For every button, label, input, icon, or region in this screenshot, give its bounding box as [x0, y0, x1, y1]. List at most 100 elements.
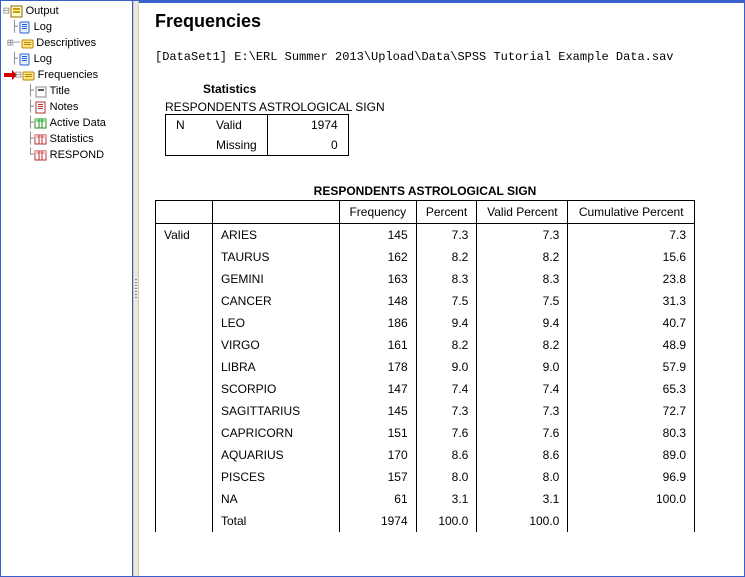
table-row[interactable]: ValidARIES1457.37.37.3: [156, 224, 695, 247]
table-row[interactable]: VIRGO1618.28.248.9: [156, 334, 695, 356]
freq-frequency: 161: [340, 334, 417, 356]
freq-cum-percent: 23.8: [568, 268, 695, 290]
title-icon: [34, 85, 48, 98]
freq-frequency: 147: [340, 378, 417, 400]
outline-tree[interactable]: ⊟ Output ├ Log ⊞┄ Descriptives ├ Log ⊟ F…: [1, 1, 133, 576]
table-row[interactable]: AQUARIUS1708.68.689.0: [156, 444, 695, 466]
tree-label: RESPOND: [50, 149, 104, 161]
freq-category: AQUARIUS: [213, 444, 340, 466]
tree-item-active-dataset[interactable]: ├ Active Data: [3, 115, 132, 131]
statistics-table[interactable]: N Valid 1974 Missing 0: [165, 114, 349, 156]
freq-stub: [156, 290, 213, 312]
freq-cum-percent: 72.7: [568, 400, 695, 422]
freq-cum-percent: 96.9: [568, 466, 695, 488]
tree-label: Descriptives: [36, 37, 96, 49]
tree-item-title[interactable]: ├ Title: [3, 83, 132, 99]
freq-frequency: 157: [340, 466, 417, 488]
tree-root-output[interactable]: ⊟ Output: [3, 3, 132, 19]
freq-frequency: 186: [340, 312, 417, 334]
freq-percent: 7.4: [416, 378, 477, 400]
stats-missing-value: 0: [267, 135, 348, 156]
stats-missing-label: Missing: [206, 135, 267, 156]
freq-frequency: 1974: [340, 510, 417, 532]
freq-stub: [156, 400, 213, 422]
freq-frequency: 170: [340, 444, 417, 466]
table-row[interactable]: CANCER1487.57.531.3: [156, 290, 695, 312]
freq-cum-percent: 100.0: [568, 488, 695, 510]
freq-category: TAURUS: [213, 246, 340, 268]
freq-stub: [156, 422, 213, 444]
freq-frequency: 178: [340, 356, 417, 378]
tree-item-descriptives[interactable]: ⊞┄ Descriptives: [3, 35, 132, 51]
tree-item-notes[interactable]: ├ Notes: [3, 99, 132, 115]
freq-stub: [156, 268, 213, 290]
freq-valid-percent: 7.3: [477, 400, 568, 422]
table-row[interactable]: LEO1869.49.440.7: [156, 312, 695, 334]
table-row[interactable]: PISCES1578.08.096.9: [156, 466, 695, 488]
freq-valid-percent: 7.3: [477, 224, 568, 247]
splitter-handle[interactable]: [133, 1, 139, 576]
freq-category: LEO: [213, 312, 340, 334]
table-row[interactable]: NA613.13.1100.0: [156, 488, 695, 510]
freq-percent: 9.0: [416, 356, 477, 378]
freq-frequency: 145: [340, 400, 417, 422]
tree-item-respondents[interactable]: └ RESPOND: [3, 147, 132, 163]
freq-valid-percent: 3.1: [477, 488, 568, 510]
table-row[interactable]: GEMINI1638.38.323.8: [156, 268, 695, 290]
statistics-block: Statistics RESPONDENTS ASTROLOGICAL SIGN…: [165, 82, 735, 156]
output-icon: [10, 5, 24, 18]
freq-category: NA: [213, 488, 340, 510]
freq-frequency: 61: [340, 488, 417, 510]
tree-label: Frequencies: [38, 69, 99, 81]
freq-cum-percent: 80.3: [568, 422, 695, 444]
freq-category: ARIES: [213, 224, 340, 247]
freq-cum-percent: [568, 510, 695, 532]
freq-stub: [156, 312, 213, 334]
table-row-total[interactable]: Total1974100.0100.0: [156, 510, 695, 532]
tree-item-log[interactable]: ├ Log: [3, 19, 132, 35]
freq-valid-percent: 7.6: [477, 422, 568, 444]
freq-header-blank: [156, 201, 213, 224]
freq-percent: 9.4: [416, 312, 477, 334]
table-row[interactable]: SAGITTARIUS1457.37.372.7: [156, 400, 695, 422]
freq-cum-percent: 57.9: [568, 356, 695, 378]
freq-stub: [156, 444, 213, 466]
frequency-table[interactable]: Frequency Percent Valid Percent Cumulati…: [155, 200, 695, 532]
freq-stub: [156, 378, 213, 400]
tree-label: Statistics: [50, 133, 94, 145]
dataset-path: [DataSet1] E:\ERL Summer 2013\Upload\Dat…: [155, 50, 735, 64]
freq-valid-percent: 8.6: [477, 444, 568, 466]
freq-category: CANCER: [213, 290, 340, 312]
folder-icon: [20, 37, 34, 50]
freq-category: Total: [213, 510, 340, 532]
tree-item-frequencies[interactable]: ⊟ Frequencies: [3, 67, 132, 83]
tree-item-log[interactable]: ├ Log: [3, 51, 132, 67]
freq-stub: Valid: [156, 224, 213, 247]
freq-frequency: 151: [340, 422, 417, 444]
tree-item-statistics[interactable]: ├ Statistics: [3, 131, 132, 147]
tree-label: Output: [26, 5, 59, 17]
stats-valid-value: 1974: [267, 115, 348, 136]
tree-label: Active Data: [50, 117, 106, 129]
freq-header-cum-percent: Cumulative Percent: [568, 201, 695, 224]
freq-percent: 3.1: [416, 488, 477, 510]
freq-stub: [156, 510, 213, 532]
output-viewer[interactable]: Frequencies [DataSet1] E:\ERL Summer 201…: [139, 1, 744, 576]
freq-category: LIBRA: [213, 356, 340, 378]
freq-percent: 7.3: [416, 400, 477, 422]
freq-category: SAGITTARIUS: [213, 400, 340, 422]
statistics-title: Statistics: [203, 82, 735, 96]
freq-percent: 7.6: [416, 422, 477, 444]
freq-frequency: 162: [340, 246, 417, 268]
freq-stub: [156, 246, 213, 268]
table-row[interactable]: CAPRICORN1517.67.680.3: [156, 422, 695, 444]
freq-percent: 8.6: [416, 444, 477, 466]
freq-header-category: [213, 201, 340, 224]
table-row[interactable]: TAURUS1628.28.215.6: [156, 246, 695, 268]
table-row[interactable]: SCORPIO1477.47.465.3: [156, 378, 695, 400]
app-frame: ⊟ Output ├ Log ⊞┄ Descriptives ├ Log ⊟ F…: [0, 0, 745, 577]
table-row[interactable]: LIBRA1789.09.057.9: [156, 356, 695, 378]
freq-percent: 100.0: [416, 510, 477, 532]
freq-cum-percent: 15.6: [568, 246, 695, 268]
statistics-variable: RESPONDENTS ASTROLOGICAL SIGN: [165, 100, 735, 114]
